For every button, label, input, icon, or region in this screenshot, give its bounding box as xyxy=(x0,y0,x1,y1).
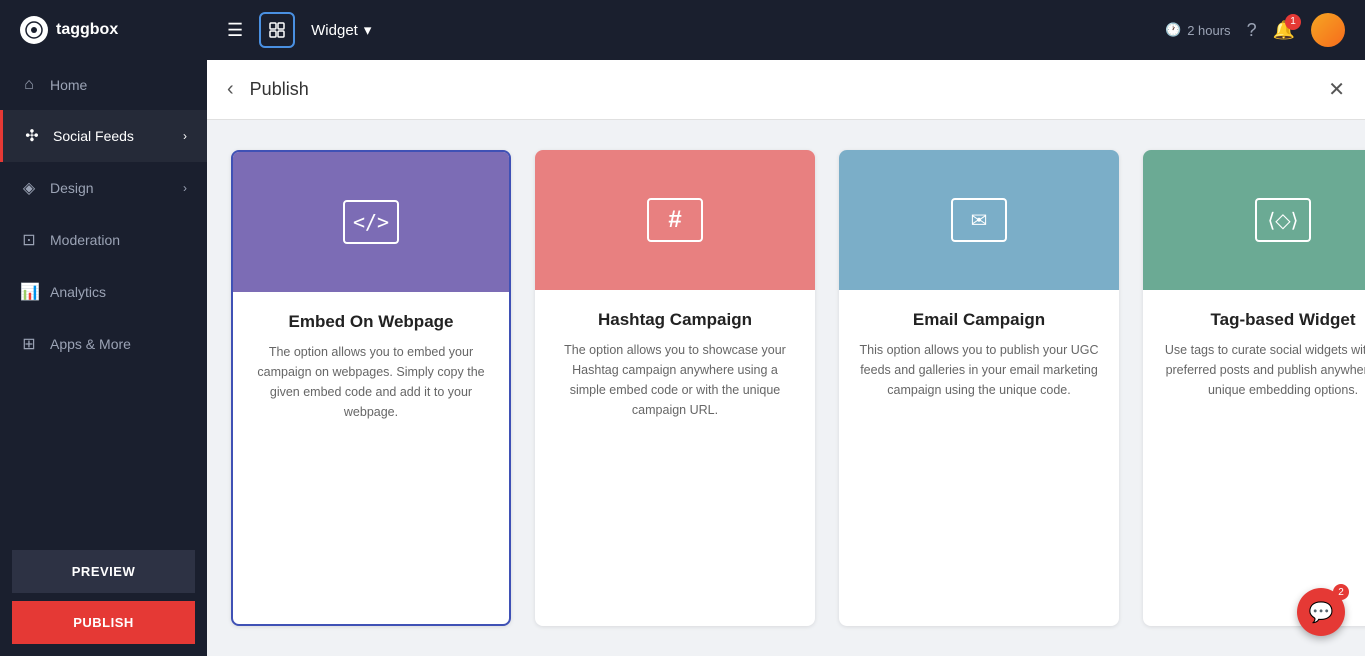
sidebar-item-moderation[interactable]: ⊡ Moderation xyxy=(0,214,207,266)
publish-button[interactable]: PUBLISH xyxy=(12,601,195,644)
card-header-email: ✉ xyxy=(839,150,1119,290)
email-card-title: Email Campaign xyxy=(859,310,1099,330)
card-email[interactable]: ✉ Email Campaign This option allows you … xyxy=(839,150,1119,626)
sidebar-item-home[interactable]: ⌂ Home xyxy=(0,60,207,110)
widget-label-text: Widget xyxy=(311,22,358,39)
tag-icon: ⟨◇⟩ xyxy=(1268,208,1299,233)
tag-card-title: Tag-based Widget xyxy=(1163,310,1365,330)
chevron-icon: › xyxy=(183,129,187,143)
sidebar-item-label: Home xyxy=(50,77,87,93)
publish-title: Publish xyxy=(250,79,309,100)
sidebar-item-analytics[interactable]: 📊 Analytics xyxy=(0,266,207,318)
widget-icon xyxy=(259,12,295,48)
card-body-tag: Tag-based Widget Use tags to curate soci… xyxy=(1143,290,1365,420)
topbar-right: 🕐 2 hours ? 🔔 1 xyxy=(1165,13,1345,47)
hashtag-icon: # xyxy=(668,206,681,234)
user-avatar[interactable] xyxy=(1311,13,1345,47)
tag-icon-box: ⟨◇⟩ xyxy=(1255,198,1311,242)
sidebar-item-label: Moderation xyxy=(50,232,120,248)
analytics-icon: 📊 xyxy=(20,282,38,302)
card-embed[interactable]: </> Embed On Webpage The option allows y… xyxy=(231,150,511,626)
cards-area: </> Embed On Webpage The option allows y… xyxy=(207,120,1365,656)
main-content: ☰ Widget ▾ 🕐 2 hours ? 🔔 1 xyxy=(207,0,1365,656)
publish-panel: ‹ Publish ✕ xyxy=(207,60,1365,120)
widget-label[interactable]: Widget ▾ xyxy=(311,21,371,39)
hamburger-icon[interactable]: ☰ xyxy=(227,20,243,41)
email-icon-box: ✉ xyxy=(951,198,1007,242)
code-icon: </> xyxy=(353,210,389,234)
card-header-embed: </> xyxy=(233,152,509,292)
sidebar-item-design[interactable]: ◈ Design › xyxy=(0,162,207,214)
sidebar-item-label: Analytics xyxy=(50,284,106,300)
email-icon: ✉ xyxy=(971,208,988,233)
logo: taggbox xyxy=(0,0,207,60)
sidebar-nav: ⌂ Home ✣ Social Feeds › ◈ Design › ⊡ Mod… xyxy=(0,60,207,538)
chevron-icon: › xyxy=(183,181,187,195)
close-button[interactable]: ✕ xyxy=(1328,77,1345,102)
logo-text: taggbox xyxy=(56,21,118,39)
embed-card-desc: The option allows you to embed your camp… xyxy=(253,342,489,422)
apps-icon: ⊞ xyxy=(20,334,38,354)
time-text: 2 hours xyxy=(1187,23,1230,38)
card-header-tag: ⟨◇⟩ xyxy=(1143,150,1365,290)
chat-bubble[interactable]: 💬 2 xyxy=(1297,588,1345,636)
card-body-embed: Embed On Webpage The option allows you t… xyxy=(233,292,509,442)
topbar: ☰ Widget ▾ 🕐 2 hours ? 🔔 1 xyxy=(207,0,1365,60)
logo-icon xyxy=(20,16,48,44)
help-icon[interactable]: ? xyxy=(1247,20,1257,41)
preview-button[interactable]: PREVIEW xyxy=(12,550,195,593)
card-body-email: Email Campaign This option allows you to… xyxy=(839,290,1119,420)
hashtag-icon-box: # xyxy=(647,198,703,242)
notification-badge: 1 xyxy=(1285,14,1301,30)
notification-bell[interactable]: 🔔 1 xyxy=(1273,20,1295,41)
embed-card-title: Embed On Webpage xyxy=(253,312,489,332)
card-tag[interactable]: ⟨◇⟩ Tag-based Widget Use tags to curate … xyxy=(1143,150,1365,626)
sidebar-item-label: Apps & More xyxy=(50,336,131,352)
card-hashtag[interactable]: # Hashtag Campaign The option allows you… xyxy=(535,150,815,626)
embed-icon-box: </> xyxy=(343,200,399,244)
design-icon: ◈ xyxy=(20,178,38,198)
sidebar: taggbox ⌂ Home ✣ Social Feeds › ◈ Design… xyxy=(0,0,207,656)
time-display: 🕐 2 hours xyxy=(1165,22,1231,38)
sidebar-item-social-feeds[interactable]: ✣ Social Feeds › xyxy=(0,110,207,162)
card-header-hashtag: # xyxy=(535,150,815,290)
moderation-icon: ⊡ xyxy=(20,230,38,250)
back-button[interactable]: ‹ xyxy=(227,78,234,101)
chat-badge: 2 xyxy=(1333,584,1349,600)
sidebar-bottom: PREVIEW PUBLISH xyxy=(0,538,207,656)
home-icon: ⌂ xyxy=(20,76,38,94)
sidebar-item-apps-more[interactable]: ⊞ Apps & More xyxy=(0,318,207,370)
hashtag-card-desc: The option allows you to showcase your H… xyxy=(555,340,795,420)
hashtag-card-title: Hashtag Campaign xyxy=(555,310,795,330)
email-card-desc: This option allows you to publish your U… xyxy=(859,340,1099,400)
dropdown-icon: ▾ xyxy=(364,21,372,39)
social-feeds-icon: ✣ xyxy=(23,126,41,146)
tag-card-desc: Use tags to curate social widgets with y… xyxy=(1163,340,1365,400)
card-body-hashtag: Hashtag Campaign The option allows you t… xyxy=(535,290,815,440)
sidebar-item-label: Social Feeds xyxy=(53,128,134,144)
clock-icon: 🕐 xyxy=(1165,22,1181,38)
sidebar-item-label: Design xyxy=(50,180,94,196)
